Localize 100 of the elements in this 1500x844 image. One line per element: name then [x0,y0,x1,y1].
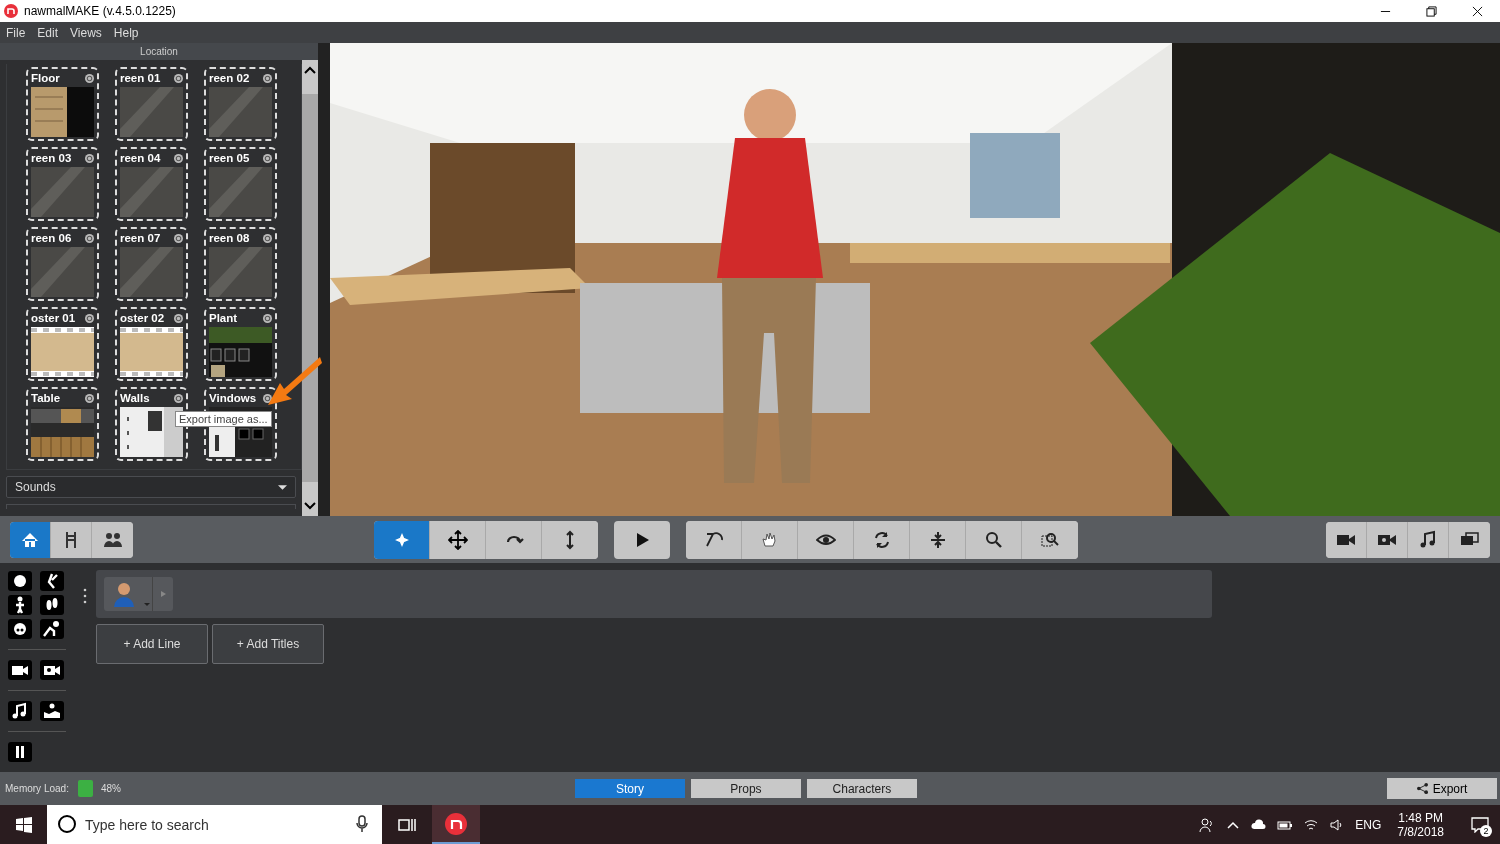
memory-value: 48% [100,783,122,794]
standing-figure-icon[interactable] [8,595,32,615]
clock-date[interactable]: 7/8/2018 [1397,824,1444,839]
texture-thumbnail [31,327,94,377]
face-icon[interactable] [8,571,32,591]
app-logo-icon[interactable] [445,812,467,835]
tab[interactable]: Props [690,779,801,798]
info-icon[interactable] [85,233,94,243]
close-icon[interactable] [1471,5,1483,17]
info-icon[interactable] [174,153,183,163]
texture-thumbnail [209,327,272,377]
info-icon[interactable] [263,313,272,323]
info-icon[interactable] [85,393,94,403]
home-button[interactable] [10,521,51,558]
info-icon[interactable] [174,73,183,83]
caret-icon [278,484,287,490]
texture-tile[interactable]: Plant [204,307,277,381]
scroll-down-icon[interactable] [304,502,316,510]
share-icon [1416,783,1428,794]
restore-icon[interactable] [1425,5,1437,17]
music-note-icon[interactable] [8,701,32,721]
menu-item[interactable]: File [0,25,32,40]
footprints-icon[interactable] [40,595,64,615]
star-camera-icon[interactable] [40,660,64,680]
texture-thumbnail [31,87,94,137]
texture-thumbnail [120,327,183,377]
info-icon[interactable] [174,233,183,243]
windows-start-icon[interactable] [15,816,32,833]
crawling-figure-icon[interactable] [40,619,64,639]
info-icon[interactable] [85,153,94,163]
tab[interactable]: Story [574,779,685,798]
pause-icon[interactable] [8,742,32,762]
language-indicator[interactable]: ENG [1355,817,1382,832]
info-icon[interactable] [263,73,272,83]
search-field[interactable]: Type here to search [47,805,382,844]
window-title: nawmalMAKE (v.4.5.0.1225) [24,4,177,18]
texture-tile[interactable]: oster 01 [26,307,99,381]
texture-thumbnail [209,247,272,297]
clock-time[interactable]: 1:48 PM [1398,810,1443,825]
character-picker[interactable] [104,577,173,611]
texture-tile[interactable]: reen 02 [204,67,277,141]
texture-thumbnail [31,247,94,297]
landscape-icon[interactable] [40,701,64,721]
texture-tile[interactable]: reen 08 [204,227,277,301]
dancing-figure-icon[interactable] [40,571,64,591]
tile-label: Floor [31,72,61,84]
search-icon [57,814,77,834]
texture-thumbnail [120,87,183,137]
task-view-icon[interactable] [398,816,416,833]
texture-tile[interactable]: Floor [26,67,99,141]
eyes-icon[interactable] [8,619,32,639]
tile-label: reen 02 [209,72,251,84]
texture-tile[interactable]: reen 01 [115,67,188,141]
info-icon[interactable] [263,153,272,163]
info-icon[interactable] [263,393,272,403]
memory-indicator [77,780,93,797]
scroll-up-icon[interactable] [304,66,316,74]
drag-handle-icon[interactable] [82,588,88,604]
info-icon[interactable] [85,73,94,83]
microphone-icon[interactable] [356,815,368,833]
texture-tile[interactable]: Table [26,387,99,461]
texture-tile[interactable]: reen 04 [115,147,188,221]
menu-item[interactable]: Edit [31,25,65,40]
texture-tile[interactable]: reen 05 [204,147,277,221]
notification-icon[interactable] [1471,816,1489,833]
tab[interactable]: Characters [806,779,917,798]
tile-label: Walls [120,392,151,404]
texture-tile[interactable]: reen 07 [115,227,188,301]
texture-thumbnail [31,407,94,457]
info-icon[interactable] [174,393,183,403]
add-button[interactable]: + Add Line [96,624,208,664]
texture-tile[interactable]: oster 02 [115,307,188,381]
tile-label: reen 06 [31,232,73,244]
video-camera-button[interactable] [1326,521,1367,558]
info-icon[interactable] [263,233,272,243]
export-button[interactable]: Export [1387,778,1497,799]
add-button[interactable]: + Add Titles [212,624,324,664]
texture-thumbnail [209,87,272,137]
tilt-button[interactable] [686,520,742,559]
texture-thumbnail [31,167,94,217]
info-icon[interactable] [85,313,94,323]
sounds-dropdown[interactable]: Sounds [6,476,296,498]
notification-count: 2 [1480,824,1492,837]
texture-tile[interactable]: reen 03 [26,147,99,221]
tile-label: reen 04 [120,152,162,164]
tile-label: reen 01 [120,72,162,84]
menu-item[interactable]: Help [107,25,145,40]
compass-button[interactable] [374,520,430,559]
video-camera-icon[interactable] [8,660,32,680]
tile-label: reen 05 [209,152,251,164]
tile-label: reen 08 [209,232,251,244]
texture-tile[interactable]: reen 06 [26,227,99,301]
tooltip: Export image as... [175,411,272,427]
info-icon[interactable] [174,313,183,323]
scrollbar[interactable] [302,60,318,516]
menu-item[interactable]: Views [64,25,108,40]
tile-label: reen 07 [120,232,162,244]
texture-thumbnail [120,247,183,297]
app-logo-icon [4,4,18,18]
tile-label: Vindows [209,392,258,404]
